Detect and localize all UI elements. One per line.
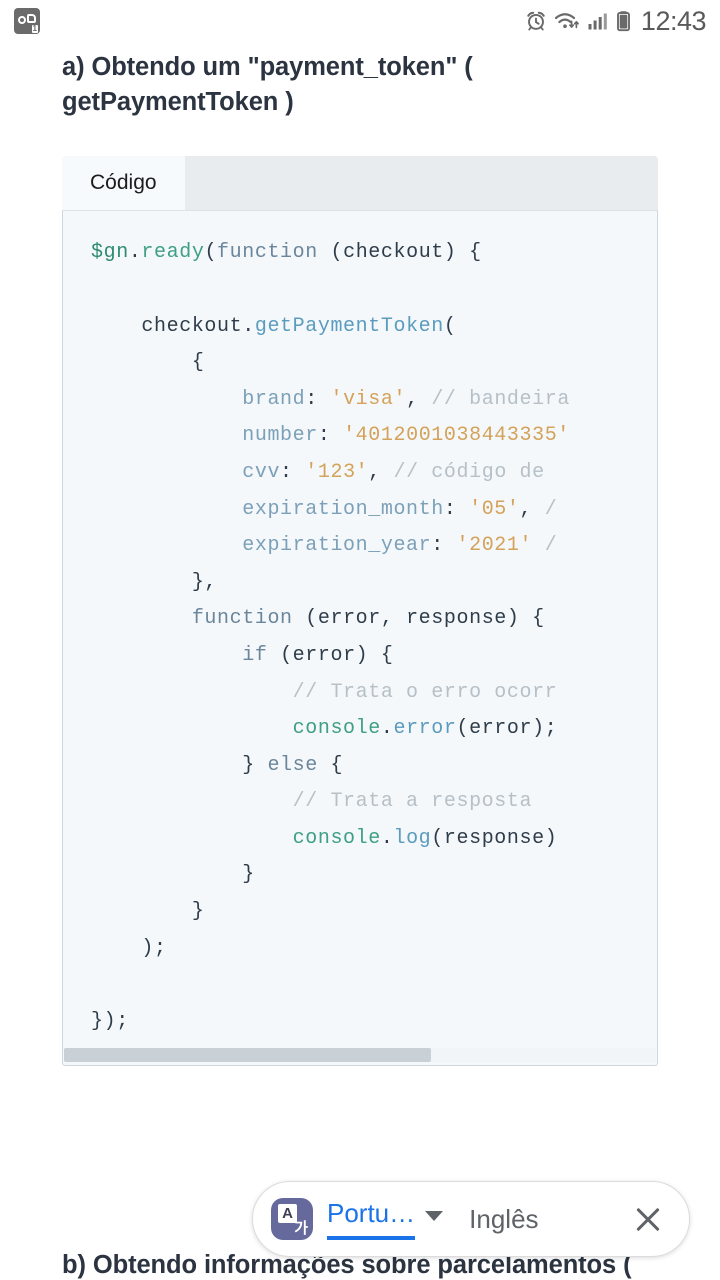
status-bar-right: 12:43: [525, 5, 707, 37]
wifi-icon: [554, 13, 579, 29]
code-scroll-area[interactable]: $gn.ready(function (checkout) { checkout…: [63, 211, 657, 1031]
alarm-clock-icon: [527, 11, 545, 31]
translate-source-underline: [327, 1236, 416, 1240]
code-tabbar: Código: [62, 156, 658, 211]
translate-bar[interactable]: A 가 Portu… Inglês: [252, 1181, 690, 1257]
tab-codigo-label: Código: [90, 171, 157, 195]
cellular-signal-icon: [588, 13, 607, 30]
status-bar-clock: 12:43: [640, 5, 707, 36]
page-heading-a: a) Obtendo um "payment_token" ( getPayme…: [62, 53, 473, 117]
close-icon[interactable]: [629, 1200, 667, 1238]
translate-icon-glyph: 가: [294, 1220, 308, 1237]
notif-badge-count: 1: [31, 24, 38, 33]
code-body[interactable]: $gn.ready(function (checkout) { checkout…: [62, 210, 658, 1067]
translate-target-language-label[interactable]: Inglês: [469, 1204, 538, 1235]
translate-source-language-label: Portu…: [327, 1198, 416, 1228]
code-scrollbar-thumb[interactable]: [64, 1048, 432, 1063]
tabbar-filler: [184, 156, 658, 211]
google-translate-icon: A 가: [271, 1198, 313, 1240]
translate-source-language-button[interactable]: Portu…: [327, 1198, 416, 1240]
translate-notification-icon[interactable]: 1: [14, 8, 40, 34]
battery-icon: [616, 11, 630, 32]
code-card: Código $gn.ready(function (checkout) { c…: [62, 156, 658, 1067]
notif-glyph-square: [27, 14, 36, 23]
notif-glyph-circle: [18, 16, 26, 24]
status-bar: 1 12:43: [0, 0, 720, 42]
code-block: $gn.ready(function (checkout) { checkout…: [91, 241, 570, 1032]
status-bar-left: 1: [14, 8, 40, 34]
code-horizontal-scrollbar[interactable]: [64, 1048, 656, 1063]
page-content: a) Obtendo um "payment_token" ( getPayme…: [0, 50, 720, 1279]
chevron-down-icon[interactable]: [425, 1211, 444, 1221]
tab-codigo[interactable]: Código: [62, 156, 185, 211]
